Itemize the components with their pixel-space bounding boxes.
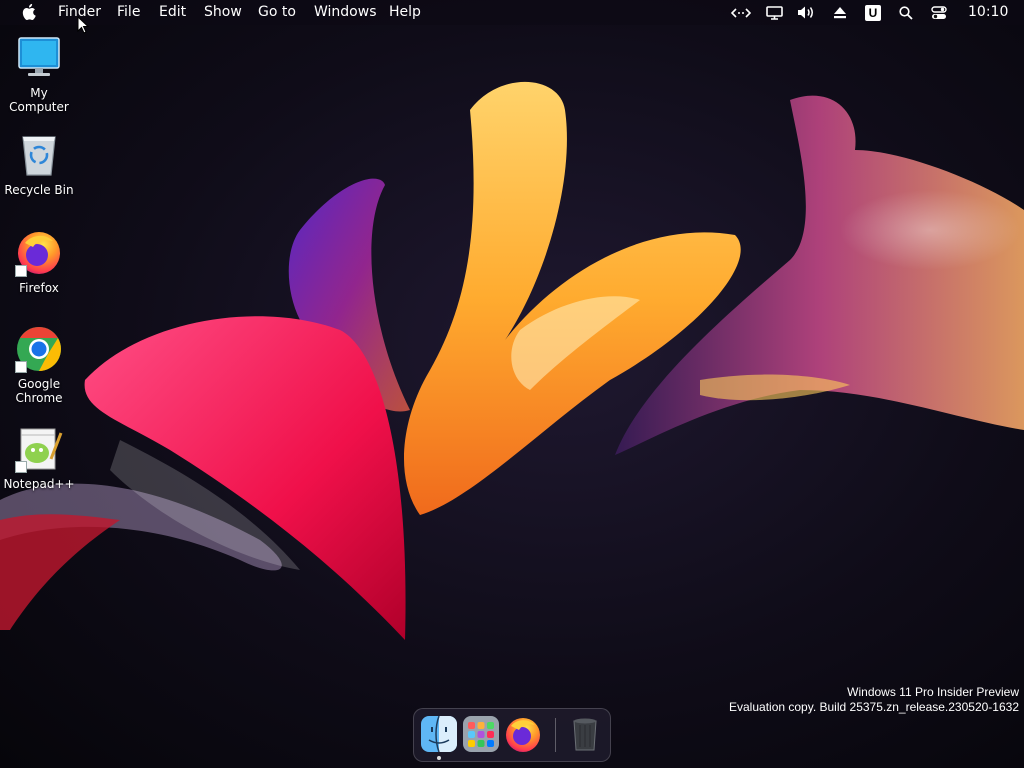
desktop-icon-label: Notepad++ (3, 477, 75, 491)
volume-icon[interactable] (796, 3, 816, 22)
eject-icon[interactable] (830, 3, 850, 22)
menu-go-to[interactable]: Go to (258, 4, 296, 21)
finder-icon[interactable] (420, 715, 458, 753)
menu-clock[interactable]: 10:10 (968, 4, 1008, 21)
desktop-icon-label: My Computer (9, 86, 69, 114)
search-icon[interactable] (897, 3, 915, 22)
firefox-icon[interactable] (504, 715, 542, 753)
u-badge-icon[interactable]: U (864, 3, 882, 22)
desktop-icon-label: Google Chrome (15, 377, 63, 405)
launchpad-icon[interactable] (462, 715, 500, 753)
desktop-icon-google-chrome[interactable]: Google Chrome (0, 325, 78, 405)
desktop-icon-label: Firefox (19, 281, 59, 295)
display-icon[interactable] (764, 3, 784, 22)
recycle-bin-icon (15, 131, 63, 179)
menu-edit[interactable]: Edit (159, 4, 186, 21)
desktop-icon-recycle-bin[interactable]: Recycle Bin (0, 131, 78, 197)
menu-bar: Finder File Edit Show Go to Windows Help… (0, 0, 1024, 25)
trash-icon[interactable] (566, 715, 604, 753)
firefox-icon (15, 229, 63, 277)
windows-watermark: Windows 11 Pro Insider Preview Evaluatio… (729, 685, 1019, 715)
menu-show[interactable]: Show (204, 4, 242, 21)
u-badge-label: U (865, 4, 881, 21)
desktop-icon-notepadpp[interactable]: Notepad++ (0, 425, 78, 491)
running-indicator (437, 756, 441, 760)
shortcut-arrow-icon (15, 265, 27, 277)
dock-separator (555, 718, 556, 752)
desktop-wallpaper (0, 81, 1024, 640)
menu-help[interactable]: Help (389, 4, 421, 21)
code-arrows-icon[interactable] (730, 3, 752, 22)
monitor-icon (15, 34, 63, 82)
dock (413, 708, 611, 762)
desktop-icon-label: Recycle Bin (4, 183, 74, 197)
watermark-line-edition: Windows 11 Pro Insider Preview (847, 685, 1019, 699)
apple-icon[interactable] (22, 3, 38, 21)
shortcut-arrow-icon (15, 461, 27, 473)
shortcut-arrow-icon (15, 361, 27, 373)
menu-windows[interactable]: Windows (314, 4, 377, 21)
watermark-line-build: Evaluation copy. Build 25375.zn_release.… (729, 700, 1019, 714)
control-center-icon[interactable] (929, 3, 949, 22)
notepadpp-icon (15, 425, 63, 473)
menu-file[interactable]: File (117, 4, 140, 21)
desktop-icon-my-computer[interactable]: My Computer (0, 34, 78, 114)
mouse-cursor-icon (77, 16, 89, 34)
desktop-icon-firefox[interactable]: Firefox (0, 229, 78, 295)
chrome-icon (15, 325, 63, 373)
